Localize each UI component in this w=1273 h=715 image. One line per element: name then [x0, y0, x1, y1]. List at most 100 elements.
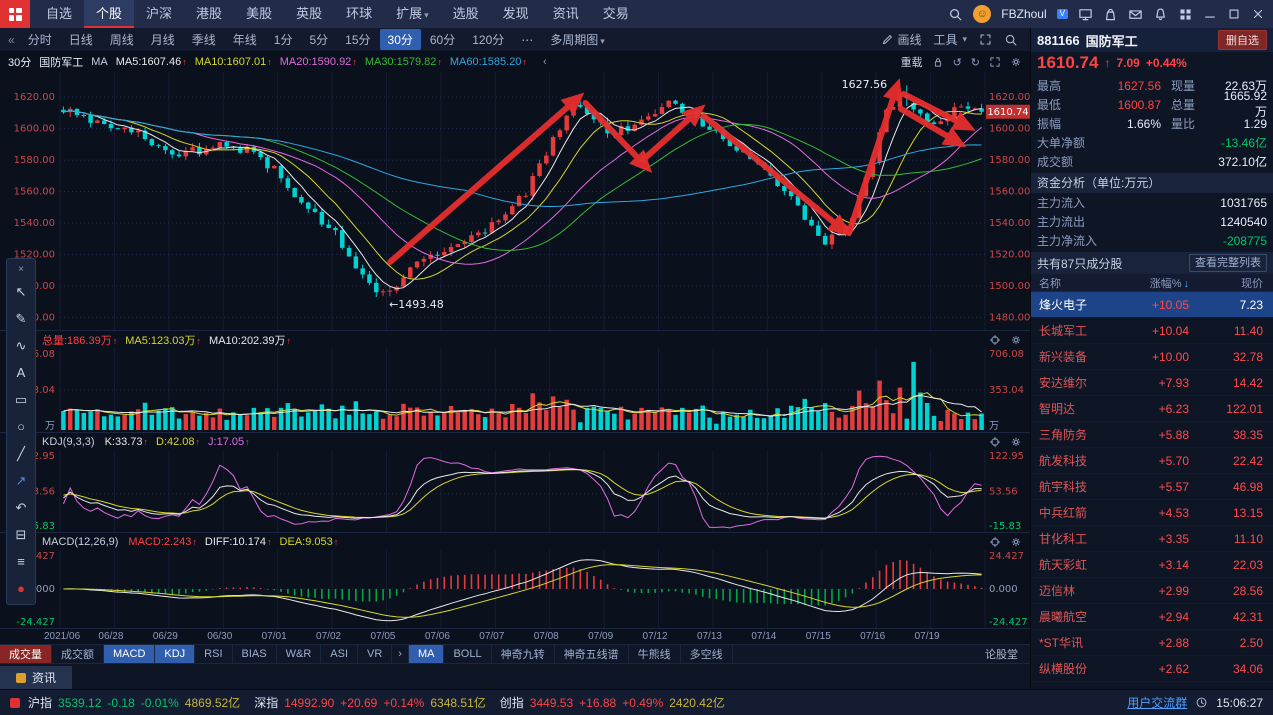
constituent-row[interactable]: 智明达 +6.23 122.01 [1031, 396, 1273, 422]
period-季线[interactable]: 季线 [184, 29, 224, 50]
reload-button[interactable]: 重载 [901, 54, 923, 70]
menu-item-扩展[interactable]: 扩展 ▾ [384, 0, 441, 28]
text-tool[interactable]: A [8, 359, 34, 386]
menu-item-英股[interactable]: 英股 [284, 0, 334, 28]
menu-item-美股[interactable]: 美股 [234, 0, 284, 28]
period-60分[interactable]: 60分 [422, 29, 463, 50]
constituent-row[interactable]: 三角防务 +5.88 38.35 [1031, 422, 1273, 448]
screen-share-icon[interactable] [1078, 7, 1093, 22]
kdj-chart[interactable]: 122.95 122.9553.56 53.56-15.83 -15.83 [0, 450, 1030, 532]
avatar[interactable]: ☺ [973, 5, 992, 23]
indicator-tab-牛熊线[interactable]: 牛熊线 [629, 645, 681, 663]
bell-icon[interactable] [1153, 7, 1168, 22]
indicator-tab-成交量[interactable]: 成交量 [0, 645, 52, 663]
macd-chart[interactable]: 24.427 24.4270.000 0.000-24.427 -24.427 [0, 550, 1030, 628]
view-all-button[interactable]: 查看完整列表 [1189, 254, 1267, 272]
menu-item-环球[interactable]: 环球 [334, 0, 384, 28]
period-5分[interactable]: 5分 [301, 29, 336, 50]
constituent-row[interactable]: 新兴装备 +10.00 32.78 [1031, 344, 1273, 370]
minimize-icon[interactable] [1203, 7, 1217, 21]
tab-news[interactable]: 资讯 [0, 666, 73, 689]
menu-item-港股[interactable]: 港股 [184, 0, 234, 28]
menu-item-沪深[interactable]: 沪深 [134, 0, 184, 28]
draw-line-button[interactable]: 画线 [881, 31, 921, 48]
volume-chart[interactable]: 706.08 706.08353.04 353.04万万 [0, 348, 1030, 432]
menu-item-资讯[interactable]: 资讯 [541, 0, 591, 28]
line-tool[interactable]: ╱ [8, 440, 34, 467]
menu-item-个股[interactable]: 个股 [84, 0, 135, 28]
ellipse-tool[interactable]: ○ [8, 413, 34, 440]
period-30分[interactable]: 30分 [379, 29, 421, 50]
col-price[interactable]: 现价 [1189, 275, 1273, 291]
period-分时[interactable]: 分时 [20, 29, 60, 50]
eraser-tool[interactable]: ⊟ [8, 521, 34, 548]
user-group-link[interactable]: 用户交流群 [1127, 694, 1187, 711]
period-1分[interactable]: 1分 [266, 29, 301, 50]
close-icon[interactable] [1251, 7, 1265, 21]
pointer-tool[interactable]: ↖ [8, 278, 34, 305]
target-icon[interactable] [989, 436, 1001, 448]
indicator-tab-KDJ[interactable]: KDJ [155, 645, 196, 663]
period-周线[interactable]: 周线 [102, 29, 142, 50]
fullscreen-icon[interactable] [979, 33, 992, 46]
record-tool[interactable]: ● [8, 575, 34, 602]
more-periods-button[interactable]: ⋯ [513, 31, 541, 49]
period-15分[interactable]: 15分 [337, 29, 378, 50]
username[interactable]: FBZhoul [1001, 7, 1046, 21]
undo-tool[interactable]: ↶ [8, 494, 34, 521]
indicator-tab-神奇九转[interactable]: 神奇九转 [492, 645, 555, 663]
zoom-icon[interactable] [1004, 33, 1018, 47]
col-name[interactable]: 名称 [1031, 275, 1117, 291]
constituent-row[interactable]: 中兵红箭 +4.53 13.15 [1031, 500, 1273, 526]
apps-grid-icon[interactable] [1178, 7, 1193, 22]
main-candlestick-chart[interactable]: 1620.00 1620.00 1600.00 1600.00 1580.00 1580.… [0, 72, 1030, 330]
gear-icon[interactable] [1010, 536, 1022, 548]
close-icon[interactable]: × [8, 261, 34, 278]
expand-icon[interactable] [989, 56, 1001, 68]
constituent-row[interactable]: 甘化科工 +3.35 11.10 [1031, 526, 1273, 552]
rect-tool[interactable]: ▭ [8, 386, 34, 413]
forum-link[interactable]: 论股堂 [973, 645, 1030, 663]
bag-icon[interactable] [1103, 7, 1118, 22]
lock-icon[interactable] [932, 56, 944, 68]
col-change[interactable]: 涨幅% ↓ [1117, 275, 1189, 291]
constituent-row[interactable]: 安达维尔 +7.93 14.42 [1031, 370, 1273, 396]
menu-item-交易[interactable]: 交易 [591, 0, 641, 28]
undo-icon[interactable]: ↺ [953, 56, 962, 69]
gear-icon[interactable] [1010, 56, 1022, 68]
search-icon[interactable] [948, 7, 963, 22]
brush-tool[interactable]: ✎ [8, 305, 34, 332]
target-icon[interactable] [989, 334, 1001, 346]
period-日线[interactable]: 日线 [61, 29, 101, 50]
constituent-row[interactable]: 航天彩虹 +3.14 22.03 [1031, 552, 1273, 578]
app-logo[interactable] [0, 0, 30, 28]
redo-icon[interactable]: ↻ [971, 56, 980, 69]
collapse-left-icon[interactable]: « [4, 33, 19, 47]
constituent-row[interactable]: 迈信林 +2.99 28.56 [1031, 578, 1273, 604]
tools-button[interactable]: 工具 ▾ [933, 31, 967, 48]
indicator-tab-BIAS[interactable]: BIAS [233, 645, 277, 663]
maximize-icon[interactable] [1227, 7, 1241, 21]
target-icon[interactable] [989, 536, 1001, 548]
indicator-tab-RSI[interactable]: RSI [195, 645, 233, 663]
indicator-tab-ASI[interactable]: ASI [321, 645, 358, 663]
menu-item-选股[interactable]: 选股 [441, 0, 491, 28]
menu-tool[interactable]: ≡ [8, 548, 34, 575]
multi-period-button[interactable]: 多周期图 ▾ [542, 29, 613, 50]
indicator-tab-MACD[interactable]: MACD [104, 645, 156, 663]
indicator-tab-MA[interactable]: MA [408, 645, 445, 663]
trend-arrow-tool[interactable]: ↗ [8, 467, 34, 494]
indicator-tab-VR[interactable]: VR [358, 645, 393, 663]
remove-watchlist-button[interactable]: 删自选 [1218, 30, 1267, 50]
indicator-tab-神奇五线谱[interactable]: 神奇五线谱 [555, 645, 629, 663]
constituent-row[interactable]: 航宇科技 +5.57 46.98 [1031, 474, 1273, 500]
indicator-tab-W&R[interactable]: W&R [277, 645, 322, 663]
mail-icon[interactable] [1128, 7, 1143, 22]
period-月线[interactable]: 月线 [143, 29, 183, 50]
menu-item-发现[interactable]: 发现 [491, 0, 541, 28]
period-年线[interactable]: 年线 [225, 29, 265, 50]
constituent-row[interactable]: 长城军工 +10.04 11.40 [1031, 318, 1273, 344]
constituent-row[interactable]: 纵横股份 +2.62 34.06 [1031, 656, 1273, 682]
constituent-row[interactable]: *ST华讯 +2.88 2.50 [1031, 630, 1273, 656]
gear-icon[interactable] [1010, 334, 1022, 346]
